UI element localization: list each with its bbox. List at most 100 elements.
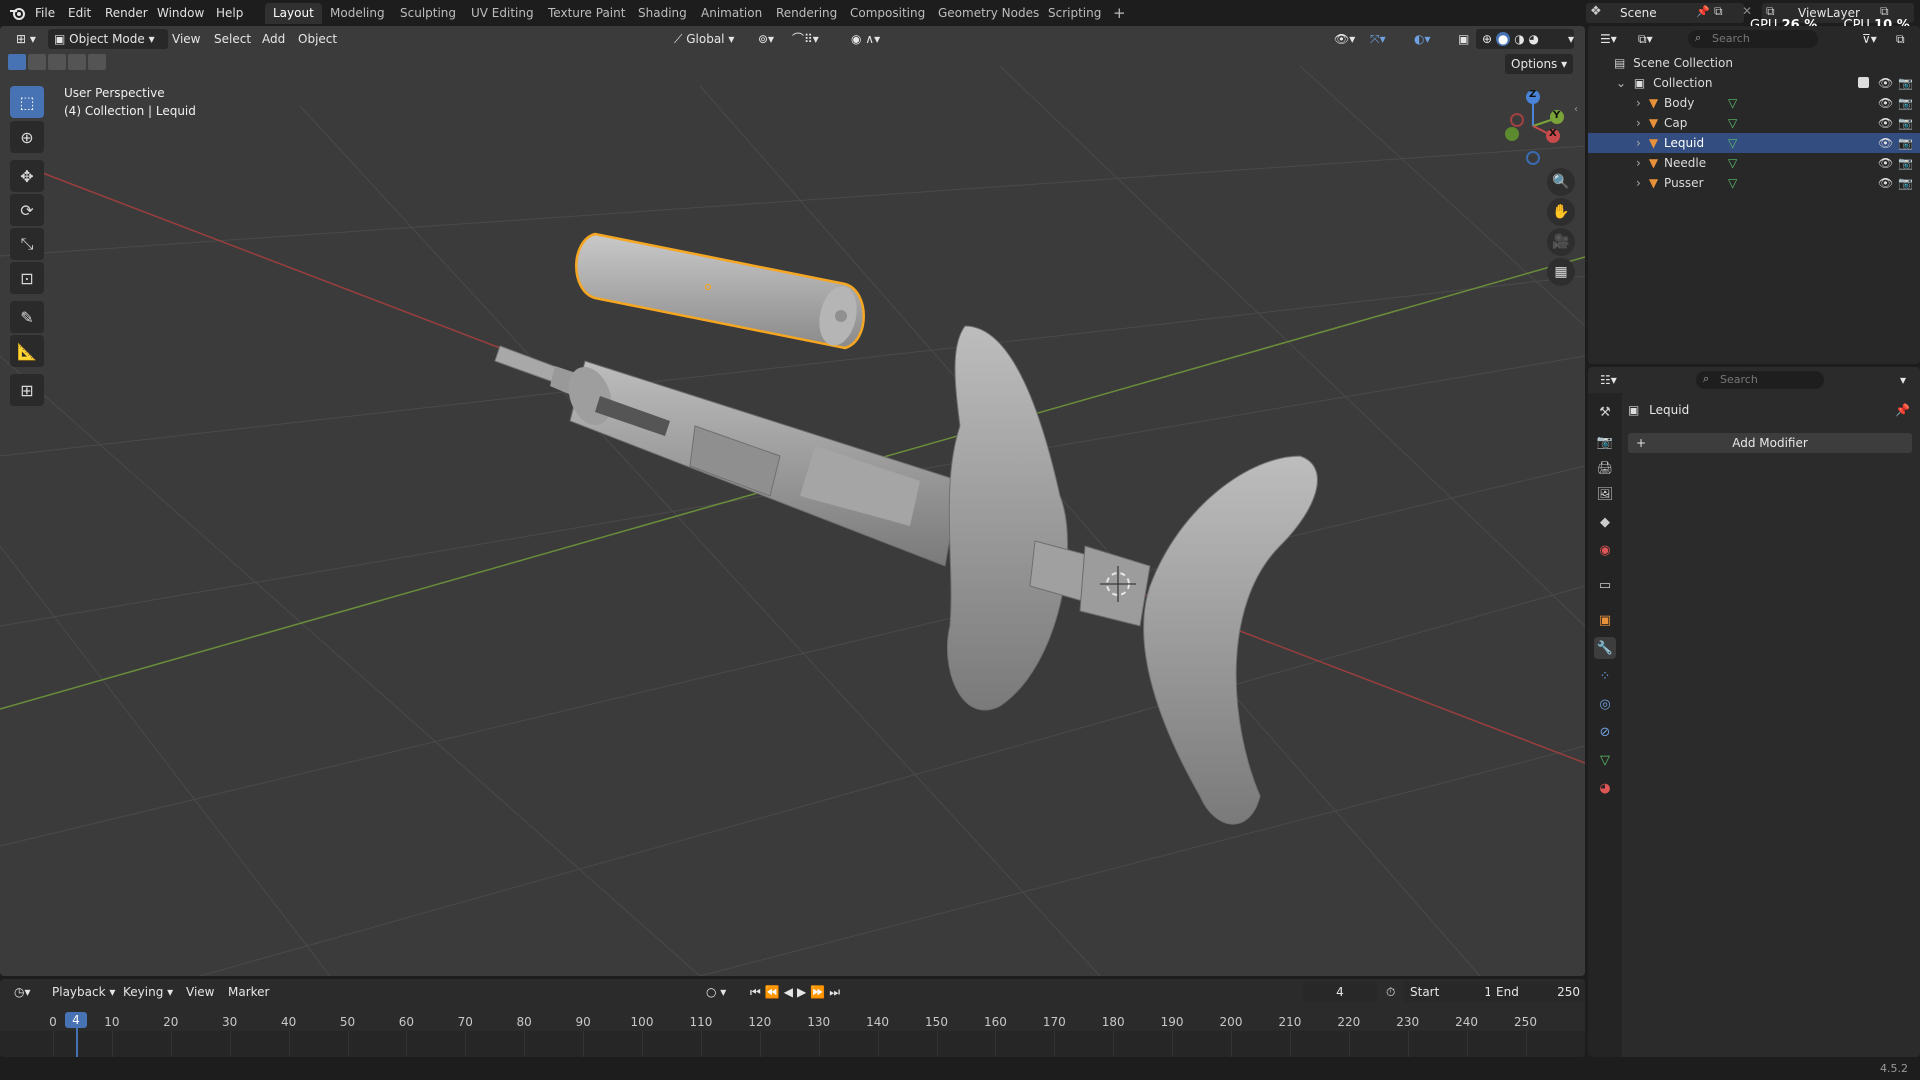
properties-options-icon[interactable]: ▾ bbox=[1894, 370, 1912, 390]
perspective-toggle-icon[interactable]: ▦ bbox=[1547, 258, 1575, 286]
object-render-icon[interactable]: 📷 bbox=[1898, 133, 1913, 153]
properties-search-input[interactable]: ⌕ Search bbox=[1696, 371, 1824, 389]
close-scene-icon[interactable]: ✕ bbox=[1742, 4, 1752, 18]
3d-viewport[interactable]: ⊞ ▾ ▣ Object Mode ▾ View Select Add Obje… bbox=[0, 26, 1585, 976]
scene-canvas[interactable] bbox=[0, 26, 1585, 976]
output-tab-icon[interactable]: 🖨 bbox=[1594, 457, 1616, 479]
data-tab-icon[interactable]: ▽ bbox=[1594, 749, 1616, 771]
tab-scripting[interactable]: Scripting bbox=[1040, 3, 1109, 24]
mesh-data-icon[interactable]: ▽ bbox=[1728, 133, 1737, 153]
tab-animation[interactable]: Animation bbox=[693, 3, 770, 24]
new-view-layer-icon[interactable]: ⧉ bbox=[1880, 4, 1889, 19]
object-visibility-icon[interactable]: 👁 bbox=[1878, 153, 1893, 173]
collection-tab-icon[interactable]: ▭ bbox=[1594, 574, 1616, 596]
object-render-icon[interactable]: 📷 bbox=[1898, 173, 1913, 193]
collection-checkbox[interactable] bbox=[1858, 77, 1869, 88]
collection-row[interactable]: ⌄ ▣ Collection 👁 📷 bbox=[1588, 73, 1920, 93]
pan-hand-icon[interactable]: ✋ bbox=[1547, 198, 1575, 226]
tab-sculpting[interactable]: Sculpting bbox=[392, 3, 464, 24]
outliner-panel[interactable]: ☰▾ ⧉▾ ⌕ Search ⊽▾ ⧉ ▤ Scene Collection ⌄… bbox=[1588, 26, 1920, 364]
tab-layout[interactable]: Layout bbox=[265, 3, 322, 24]
current-frame-field[interactable]: 4 bbox=[1303, 982, 1377, 1002]
blender-logo-icon[interactable] bbox=[9, 5, 27, 21]
object-render-icon[interactable]: 📷 bbox=[1898, 153, 1913, 173]
editor-type-dropdown[interactable]: ⊞ ▾ bbox=[10, 29, 42, 49]
expand-icon[interactable]: › bbox=[1636, 96, 1641, 110]
object-mode-dropdown[interactable]: ▣ Object Mode ▾ bbox=[48, 29, 168, 49]
tab-modeling[interactable]: Modeling bbox=[322, 3, 393, 24]
view-layer-tab-icon[interactable]: 🖼 bbox=[1594, 483, 1616, 505]
camera-view-icon[interactable]: 🎥 bbox=[1547, 228, 1575, 256]
outliner-search-input[interactable]: ⌕ Search bbox=[1688, 30, 1818, 48]
move-tool-icon[interactable]: ✥ bbox=[10, 160, 44, 192]
shading-options-icon[interactable]: ▾ bbox=[1562, 29, 1580, 49]
annotate-tool-icon[interactable]: ✎ bbox=[10, 301, 44, 333]
object-visibility-icon[interactable]: 👁 bbox=[1878, 93, 1893, 113]
pin-icon[interactable]: 📌 bbox=[1696, 5, 1710, 18]
add-workspace-icon[interactable]: + bbox=[1105, 3, 1134, 24]
menu-file[interactable]: File bbox=[30, 4, 60, 22]
outliner-object-row[interactable]: › ▼ Body ▽ 👁 📷 bbox=[1588, 93, 1920, 113]
object-render-icon[interactable]: 📷 bbox=[1898, 93, 1913, 113]
track-area[interactable] bbox=[0, 1031, 1585, 1057]
outliner-object-row[interactable]: › ▼ Needle ▽ 👁 📷 bbox=[1588, 153, 1920, 173]
outliner-editor-type-icon[interactable]: ☰▾ bbox=[1594, 29, 1623, 49]
end-frame-field[interactable]: End 250 bbox=[1490, 982, 1585, 1002]
prev-keyframe-icon[interactable]: ⏪ bbox=[765, 985, 784, 999]
pivot-point-icon[interactable]: ⊚▾ bbox=[752, 29, 780, 49]
add-cube-tool-icon[interactable]: ⊞ bbox=[10, 374, 44, 406]
jump-start-icon[interactable]: ⏮ bbox=[750, 985, 765, 999]
expand-icon[interactable]: › bbox=[1636, 176, 1641, 190]
collection-render-icon[interactable]: 📷 bbox=[1898, 73, 1913, 93]
select-invert-icon[interactable] bbox=[68, 54, 86, 70]
mesh-data-icon[interactable]: ▽ bbox=[1728, 93, 1737, 113]
timeline-view-menu[interactable]: View bbox=[180, 982, 220, 1002]
scene-selector[interactable]: ❖ Scene 📌 ⧉ bbox=[1586, 3, 1744, 23]
solid-shading-icon[interactable]: ● bbox=[1495, 32, 1511, 46]
preview-range-icon[interactable]: ⏱ bbox=[1380, 982, 1401, 1002]
outliner-object-row[interactable]: › ▼ Lequid ▽ 👁 📷 bbox=[1588, 133, 1920, 153]
constraints-tab-icon[interactable]: ⊘ bbox=[1594, 721, 1616, 743]
jump-end-icon[interactable]: ⏭ bbox=[829, 985, 844, 999]
play-icon[interactable]: ▶ bbox=[797, 985, 810, 999]
physics-tab-icon[interactable]: ◎ bbox=[1594, 693, 1616, 715]
marker-menu[interactable]: Marker bbox=[222, 982, 275, 1002]
properties-panel[interactable]: ☷▾ ⌕ Search ▾ ⚒ 📷 🖨 🖼 ◆ ◉ ▭ ▣ 🔧 ⁘ ◎ ⊘ ▽ … bbox=[1588, 367, 1920, 1057]
body-object[interactable] bbox=[561, 360, 961, 567]
keying-menu[interactable]: Keying ▾ bbox=[117, 982, 179, 1002]
scale-tool-icon[interactable]: ⤡ bbox=[10, 228, 44, 260]
transform-orientation-dropdown[interactable]: ⟋ Global ▾ bbox=[668, 29, 740, 49]
properties-editor-type-icon[interactable]: ☷▾ bbox=[1594, 370, 1623, 390]
tool-tab-icon[interactable]: ⚒ bbox=[1594, 401, 1616, 423]
display-mode-icon[interactable]: ⧉▾ bbox=[1632, 29, 1659, 49]
menu-object[interactable]: Object bbox=[292, 29, 343, 49]
next-keyframe-icon[interactable]: ⏩ bbox=[810, 985, 829, 999]
sidebar-toggle-icon[interactable]: ‹ bbox=[1574, 104, 1578, 115]
measure-tool-icon[interactable]: 📐 bbox=[10, 335, 44, 367]
outliner-object-row[interactable]: › ▼ Cap ▽ 👁 📷 bbox=[1588, 113, 1920, 133]
menu-select[interactable]: Select bbox=[208, 29, 257, 49]
auto-keying-icon[interactable]: ○ ▾ bbox=[700, 982, 732, 1002]
outliner-object-row[interactable]: › ▼ Pusser ▽ 👁 📷 bbox=[1588, 173, 1920, 193]
rotate-tool-icon[interactable]: ⟳ bbox=[10, 194, 44, 226]
menu-view[interactable]: View bbox=[166, 29, 206, 49]
collection-expand-icon[interactable]: ⌄ bbox=[1616, 76, 1626, 90]
tab-texture-paint[interactable]: Texture Paint bbox=[540, 3, 633, 24]
cursor-tool-icon[interactable]: ⊕ bbox=[10, 121, 44, 153]
gizmo-toggle-icon[interactable]: ⤧▾ bbox=[1364, 29, 1392, 49]
object-render-icon[interactable]: 📷 bbox=[1898, 113, 1913, 133]
menu-window[interactable]: Window bbox=[152, 4, 209, 22]
menu-add[interactable]: Add bbox=[256, 29, 291, 49]
tab-compositing[interactable]: Compositing bbox=[842, 3, 933, 24]
object-tab-icon[interactable]: ▣ bbox=[1594, 609, 1616, 631]
new-scene-icon[interactable]: ⧉ bbox=[1714, 4, 1723, 19]
modifier-tab-icon[interactable]: 🔧 bbox=[1594, 637, 1616, 659]
world-tab-icon[interactable]: ◉ bbox=[1594, 539, 1616, 561]
new-collection-icon[interactable]: ⧉ bbox=[1890, 29, 1911, 49]
object-visibility-icon[interactable]: 👁 bbox=[1878, 113, 1893, 133]
mesh-data-icon[interactable]: ▽ bbox=[1728, 153, 1737, 173]
add-modifier-button[interactable]: + Add Modifier bbox=[1628, 433, 1912, 453]
shading-mode-buttons[interactable]: ⊕ ● ◑ ◕ bbox=[1476, 29, 1574, 49]
rendered-shading-icon[interactable]: ◕ bbox=[1529, 32, 1539, 46]
menu-render[interactable]: Render bbox=[100, 4, 153, 22]
